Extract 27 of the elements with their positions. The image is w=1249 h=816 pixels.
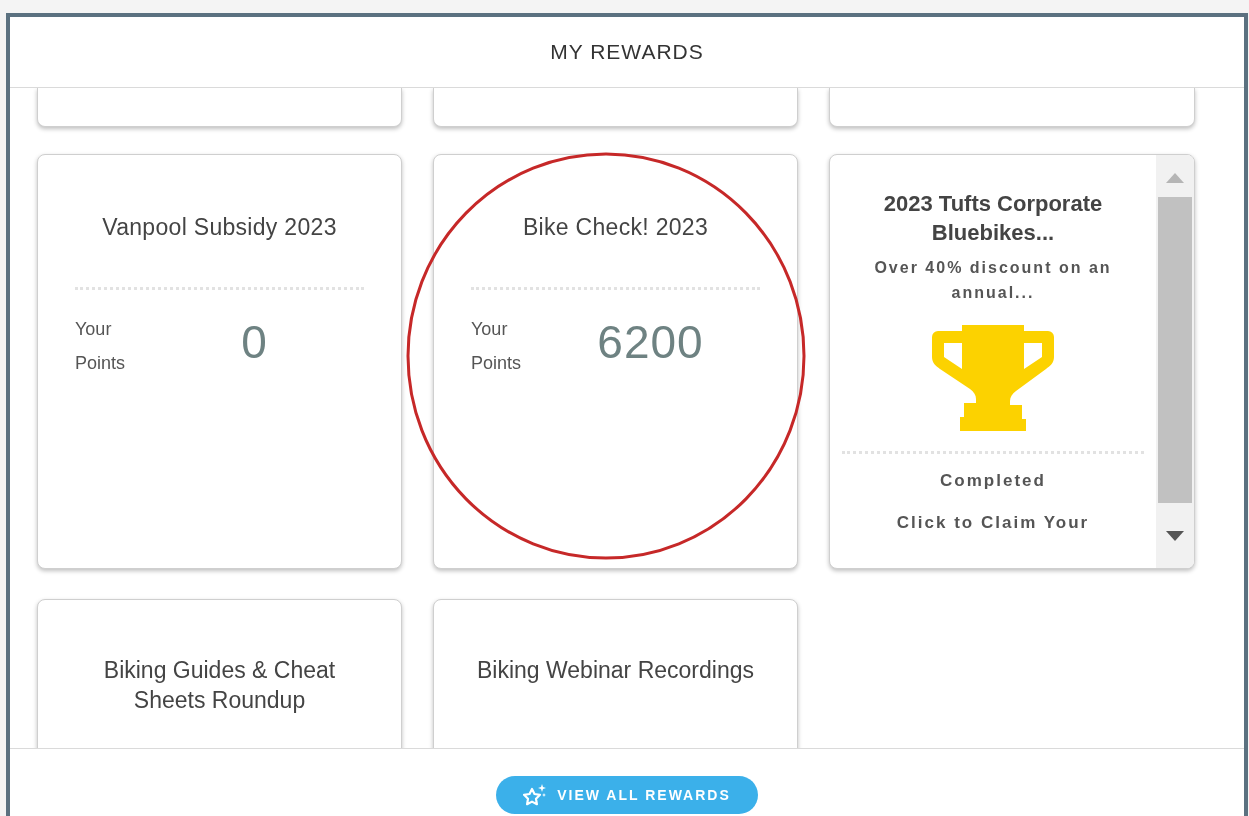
scrollbar[interactable] [1156,155,1194,568]
claim-link[interactable]: Click to Claim Your [896,509,1090,535]
sparkle-star-icon [523,784,548,806]
points-value: 0 [240,314,269,370]
points-label: Your Points [471,317,523,375]
reward-description: Over 40% discount on an annual... [873,258,1113,303]
reward-card[interactable]: Biking Guides & Cheat Sheets Roundup [37,599,402,748]
reward-card[interactable]: Vanpool Subsidy 2023 Your Points 0 [37,154,402,569]
reward-card[interactable]: 2023 Tufts Corporate Bluebikes... Over 40% discount on an annual... Completed Click to Claim Your [829,154,1195,569]
status-text: Completed [940,470,1046,492]
reward-title: 2023 Tufts Corporate Bluebikes... [882,190,1104,247]
scroll-down-icon[interactable] [1166,531,1184,541]
scroll-up-icon[interactable] [1166,173,1184,183]
reward-title: Vanpool Subsidy 2023 [101,213,338,242]
reward-card[interactable] [37,88,402,127]
reward-card[interactable] [433,88,798,127]
reward-title: Biking Webinar Recordings [476,656,755,685]
trophy-icon [932,325,1054,431]
scroll-thumb[interactable] [1158,197,1192,503]
reward-card[interactable]: Bike Check! 2023 Your Points 6200 [433,154,798,569]
reward-title: Biking Guides & Cheat Sheets Roundup [102,656,337,715]
points-label: Your Points [75,317,127,375]
points-value: 6200 [596,314,705,370]
panel-title: MY REWARDS [550,39,704,66]
reward-title: Bike Check! 2023 [521,213,710,242]
reward-card[interactable] [829,88,1195,127]
reward-card[interactable]: Biking Webinar Recordings [433,599,798,748]
